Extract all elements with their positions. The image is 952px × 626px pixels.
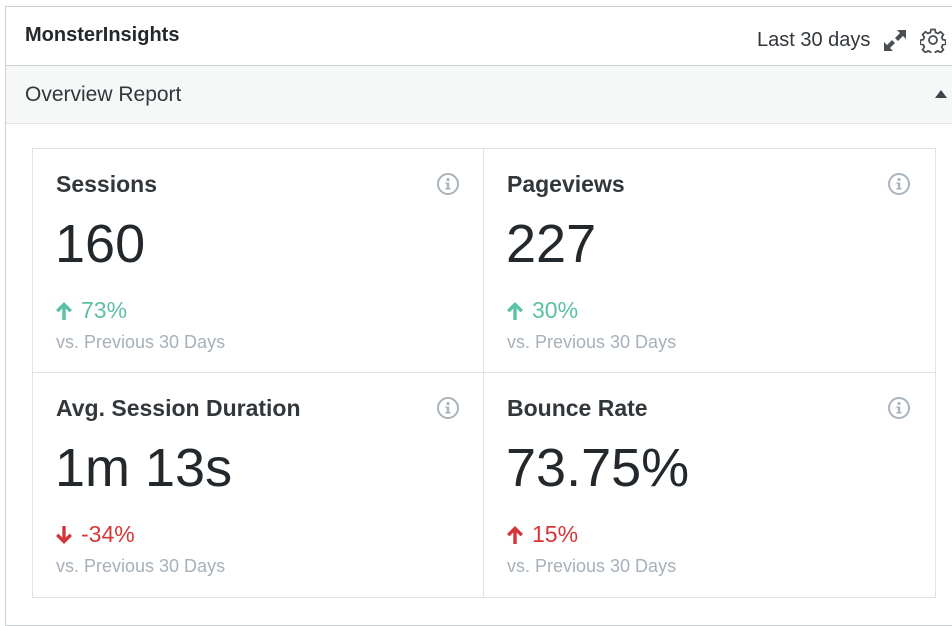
stat-change: 30% <box>506 297 578 324</box>
stat-tile-avg-session-duration: Avg. Session Duration 1m 13s -34% vs. Pr… <box>33 373 484 597</box>
caret-up-icon[interactable] <box>935 90 947 98</box>
header-controls: Last 30 days <box>757 27 947 53</box>
stat-compare: vs. Previous 30 Days <box>56 332 226 352</box>
stat-change-value: -34% <box>81 521 135 547</box>
stat-compare: vs. Previous 30 Days <box>56 556 226 576</box>
stat-label: Pageviews <box>507 171 625 197</box>
stat-label: Sessions <box>56 171 157 197</box>
stat-label: Bounce Rate <box>507 395 648 421</box>
report-bar[interactable]: Overview Report <box>6 66 952 124</box>
arrow-up-icon <box>56 301 72 320</box>
stat-change-value: 15% <box>532 521 579 547</box>
arrow-down-icon <box>56 525 72 544</box>
stat-label: Avg. Session Duration <box>56 395 301 421</box>
widget-title: MonsterInsights <box>25 24 180 46</box>
info-icon[interactable] <box>887 396 911 420</box>
report-title: Overview Report <box>25 83 182 106</box>
stats-grid: Sessions 160 73% vs. Previous 30 Days Pa… <box>32 148 936 598</box>
stat-compare: vs. Previous 30 Days <box>507 556 677 576</box>
widget-header: MonsterInsights Last 30 days <box>6 7 952 66</box>
stat-change: 15% <box>506 521 578 548</box>
info-icon[interactable] <box>436 172 460 196</box>
gear-icon[interactable] <box>920 27 947 53</box>
stat-change-value: 30% <box>532 297 579 323</box>
stat-change: -34% <box>55 521 135 548</box>
arrow-up-icon <box>507 301 523 320</box>
info-icon[interactable] <box>436 396 460 420</box>
stat-value: 160 <box>55 214 146 274</box>
info-icon[interactable] <box>887 172 911 196</box>
stat-value: 227 <box>506 214 597 274</box>
stat-value: 1m 13s <box>55 438 233 498</box>
period-selector[interactable]: Last 30 days <box>757 29 870 52</box>
stat-change-value: 73% <box>81 297 128 323</box>
stat-value: 73.75% <box>506 438 690 498</box>
expand-icon[interactable] <box>882 27 908 53</box>
stat-change: 73% <box>55 297 127 324</box>
stat-compare: vs. Previous 30 Days <box>507 332 677 352</box>
stat-tile-bounce-rate: Bounce Rate 73.75% 15% vs. Previous 30 D… <box>484 373 935 597</box>
stat-tile-pageviews: Pageviews 227 30% vs. Previous 30 Days <box>484 149 935 373</box>
stat-tile-sessions: Sessions 160 73% vs. Previous 30 Days <box>33 149 484 373</box>
arrow-up-icon <box>507 525 523 544</box>
